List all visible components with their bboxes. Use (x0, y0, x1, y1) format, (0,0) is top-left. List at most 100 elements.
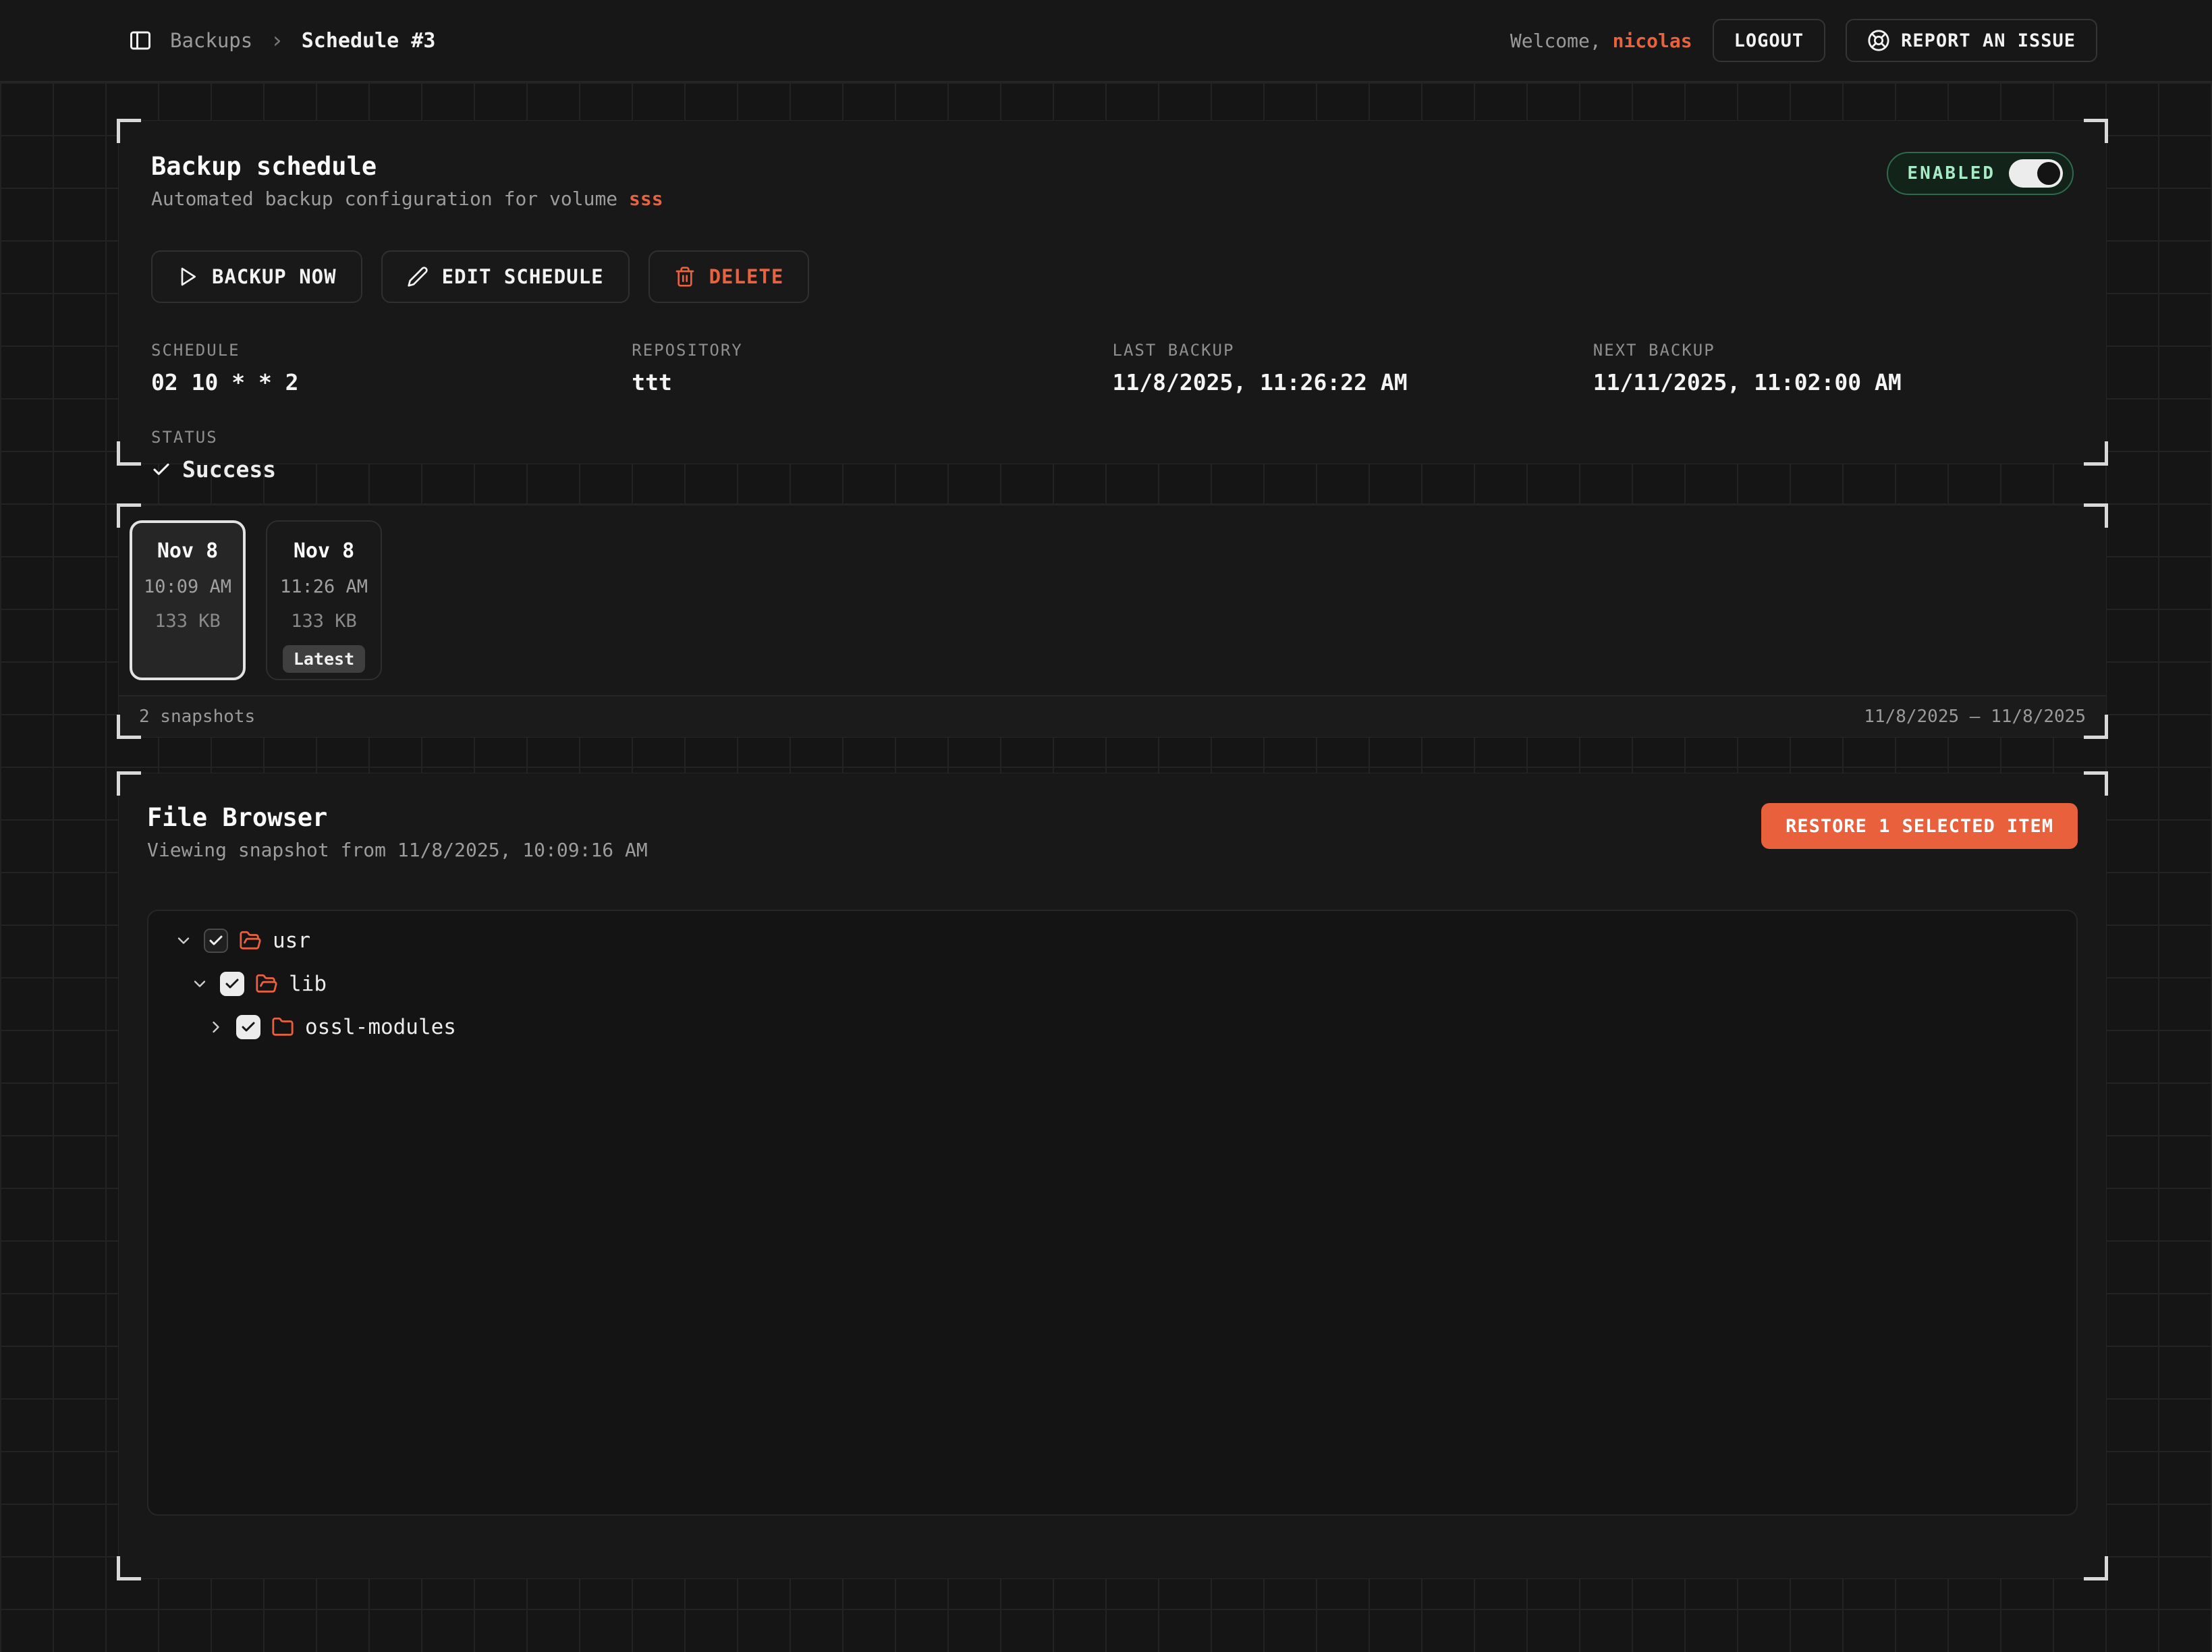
chevron-down-icon[interactable] (174, 931, 193, 950)
field-label: NEXT BACKUP (1593, 341, 2074, 360)
enabled-pill: ENABLED (1887, 152, 2074, 195)
enabled-toggle[interactable] (2009, 159, 2063, 188)
chevron-down-icon[interactable] (190, 974, 209, 993)
checkbox-checked[interactable] (236, 1015, 260, 1039)
snapshot-size: 133 KB (291, 611, 357, 632)
delete-button[interactable]: DELETE (648, 250, 810, 303)
backup-now-button[interactable]: BACKUP NOW (151, 250, 362, 303)
snapshot-count: 2 snapshots (139, 707, 255, 727)
edit-schedule-label: EDIT SCHEDULE (442, 265, 604, 288)
file-tree: usr lib (147, 910, 2078, 1516)
topbar: Backups › Schedule #3 Welcome, nicolas L… (0, 0, 2212, 82)
field-repository: REPOSITORY ttt (632, 341, 1112, 395)
checkbox-checked[interactable] (220, 972, 244, 996)
volume-name: sss (629, 188, 663, 210)
username: nicolas (1613, 30, 1692, 52)
schedule-info-grid: SCHEDULE 02 10 * * 2 REPOSITORY ttt LAST… (151, 341, 2074, 395)
snapshot-date: Nov 8 (294, 539, 354, 563)
check-icon (151, 460, 171, 480)
snapshot-time: 11:26 AM (280, 576, 368, 597)
corner-bracket (2084, 1556, 2108, 1580)
restore-selected-button[interactable]: RESTORE 1 SELECTED ITEM (1761, 803, 2078, 849)
toggle-knob (2037, 162, 2060, 185)
subtitle-prefix: Automated backup configuration for volum… (151, 188, 617, 210)
welcome-prefix: Welcome, (1510, 30, 1601, 52)
report-issue-button[interactable]: REPORT AN ISSUE (1846, 19, 2097, 62)
schedule-heading: Backup schedule Automated backup configu… (151, 152, 663, 210)
file-browser-subtitle: Viewing snapshot from 11/8/2025, 10:09:1… (147, 839, 648, 861)
topbar-right: Welcome, nicolas LOGOUT REPORT AN ISSUE (1510, 19, 2097, 62)
snapshot-card-selected[interactable]: Nov 8 10:09 AM 133 KB (130, 520, 246, 680)
corner-bracket (117, 119, 141, 143)
snapshot-size: 133 KB (155, 611, 221, 632)
folder-open-icon (239, 929, 262, 952)
welcome-text: Welcome, nicolas (1510, 30, 1692, 52)
tree-row-usr[interactable]: usr (148, 919, 2076, 962)
corner-bracket (117, 503, 141, 528)
snapshot-card-latest[interactable]: Nov 8 11:26 AM 133 KB Latest (266, 520, 382, 680)
edit-schedule-button[interactable]: EDIT SCHEDULE (381, 250, 630, 303)
snapshots-panel: Nov 8 10:09 AM 133 KB Nov 8 11:26 AM 133… (118, 505, 2107, 738)
breadcrumb-backups-link[interactable]: Backups (170, 29, 252, 52)
field-value: 11/8/2025, 11:26:22 AM (1113, 369, 1593, 395)
life-buoy-icon (1867, 29, 1890, 52)
corner-bracket (2084, 715, 2108, 739)
tree-row-ossl-modules[interactable]: ossl-modules (148, 1006, 2076, 1049)
corner-bracket (117, 771, 141, 796)
backup-now-label: BACKUP NOW (212, 265, 337, 288)
status-label: STATUS (151, 428, 2074, 447)
schedule-actions: BACKUP NOW EDIT SCHEDULE DELETE (151, 250, 2074, 303)
field-last-backup: LAST BACKUP 11/8/2025, 11:26:22 AM (1113, 341, 1593, 395)
latest-badge: Latest (283, 645, 365, 673)
trash-icon (674, 266, 696, 287)
snapshot-time: 10:09 AM (144, 576, 231, 597)
corner-bracket (2084, 771, 2108, 796)
field-label: LAST BACKUP (1113, 341, 1593, 360)
sidebar-toggle-button[interactable] (128, 28, 153, 53)
breadcrumb-current: Schedule #3 (302, 29, 436, 53)
field-label: REPOSITORY (632, 341, 1112, 360)
pencil-icon (407, 266, 428, 287)
panel-title: Backup schedule (151, 152, 663, 181)
snapshot-timeline: Nov 8 10:09 AM 133 KB Nov 8 11:26 AM 133… (119, 505, 2106, 695)
field-next-backup: NEXT BACKUP 11/11/2025, 11:02:00 AM (1593, 341, 2074, 395)
tree-node-name: lib (289, 972, 327, 996)
status-value: Success (151, 456, 2074, 483)
breadcrumb: Backups › Schedule #3 (128, 28, 435, 53)
corner-bracket (2084, 119, 2108, 143)
enabled-label: ENABLED (1907, 163, 1995, 184)
file-browser-panel: File Browser Viewing snapshot from 11/8/… (118, 773, 2107, 1579)
corner-bracket (117, 441, 141, 466)
delete-label: DELETE (709, 265, 784, 288)
field-value: 02 10 * * 2 (151, 369, 632, 395)
breadcrumb-separator: › (270, 29, 283, 52)
status-text: Success (182, 456, 276, 483)
field-value: ttt (632, 369, 1112, 395)
report-issue-label: REPORT AN ISSUE (1901, 30, 2076, 51)
field-label: SCHEDULE (151, 341, 632, 360)
backup-schedule-panel: Backup schedule Automated backup configu… (118, 120, 2107, 464)
tree-row-lib[interactable]: lib (148, 962, 2076, 1006)
play-icon (177, 266, 198, 287)
tree-node-name: ossl-modules (305, 1015, 456, 1039)
panel-subtitle: Automated backup configuration for volum… (151, 188, 663, 210)
snapshot-date-range: 11/8/2025 – 11/8/2025 (1864, 707, 2086, 727)
corner-bracket (2084, 441, 2108, 466)
field-value: 11/11/2025, 11:02:00 AM (1593, 369, 2074, 395)
corner-bracket (117, 715, 141, 739)
logout-label: LOGOUT (1734, 30, 1804, 51)
corner-bracket (117, 1556, 141, 1580)
snapshots-footer: 2 snapshots 11/8/2025 – 11/8/2025 (119, 695, 2106, 737)
folder-icon (271, 1016, 294, 1039)
folder-open-icon (255, 972, 278, 995)
chevron-right-icon[interactable] (206, 1018, 225, 1037)
file-browser-title: File Browser (147, 803, 648, 832)
snapshot-date: Nov 8 (157, 539, 218, 563)
corner-bracket (2084, 503, 2108, 528)
tree-node-name: usr (273, 929, 310, 953)
checkbox-partial[interactable] (204, 929, 228, 953)
field-status: STATUS Success (151, 428, 2074, 483)
field-schedule: SCHEDULE 02 10 * * 2 (151, 341, 632, 395)
logout-button[interactable]: LOGOUT (1713, 19, 1826, 62)
page-background-grid: Backup schedule Automated backup configu… (0, 82, 2212, 1652)
